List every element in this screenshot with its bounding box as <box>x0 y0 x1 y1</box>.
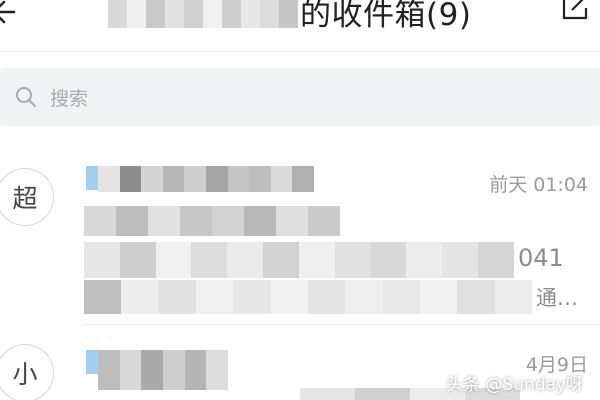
inbox-screen: 的收件箱(9) 搜索 超 前天 01:04 041 通… 小 4月9日 头条 @… <box>0 0 600 400</box>
watermark: 头条 @Sunday呀 <box>446 375 584 395</box>
avatar: 小 <box>0 344 54 400</box>
row-divider <box>84 324 600 325</box>
preview-fragment: 041 <box>518 244 564 272</box>
preview-fragment: 通… <box>536 286 578 310</box>
search-icon <box>16 87 36 107</box>
search-input[interactable]: 搜索 <box>0 68 600 126</box>
back-arrow-icon[interactable] <box>0 0 26 32</box>
compose-icon[interactable] <box>558 0 592 24</box>
redacted-sender <box>98 350 228 390</box>
search-placeholder: 搜索 <box>50 87 89 110</box>
unread-indicator <box>86 166 98 190</box>
redacted-preview-line-1 <box>84 242 514 278</box>
page-title-text: 的收件箱(9) <box>300 0 472 33</box>
message-time: 前天 01:04 <box>489 174 588 196</box>
top-bar: 的收件箱(9) <box>0 0 600 52</box>
unread-indicator <box>86 350 98 374</box>
redacted-subject <box>84 206 340 236</box>
redacted-preview-line-2 <box>84 280 532 314</box>
redacted-sender <box>98 166 314 192</box>
page-title: 的收件箱(9) <box>108 0 471 36</box>
avatar: 超 <box>0 168 54 226</box>
list-item[interactable]: 超 前天 01:04 041 通… <box>0 140 600 330</box>
redacted-account-name <box>108 0 298 28</box>
